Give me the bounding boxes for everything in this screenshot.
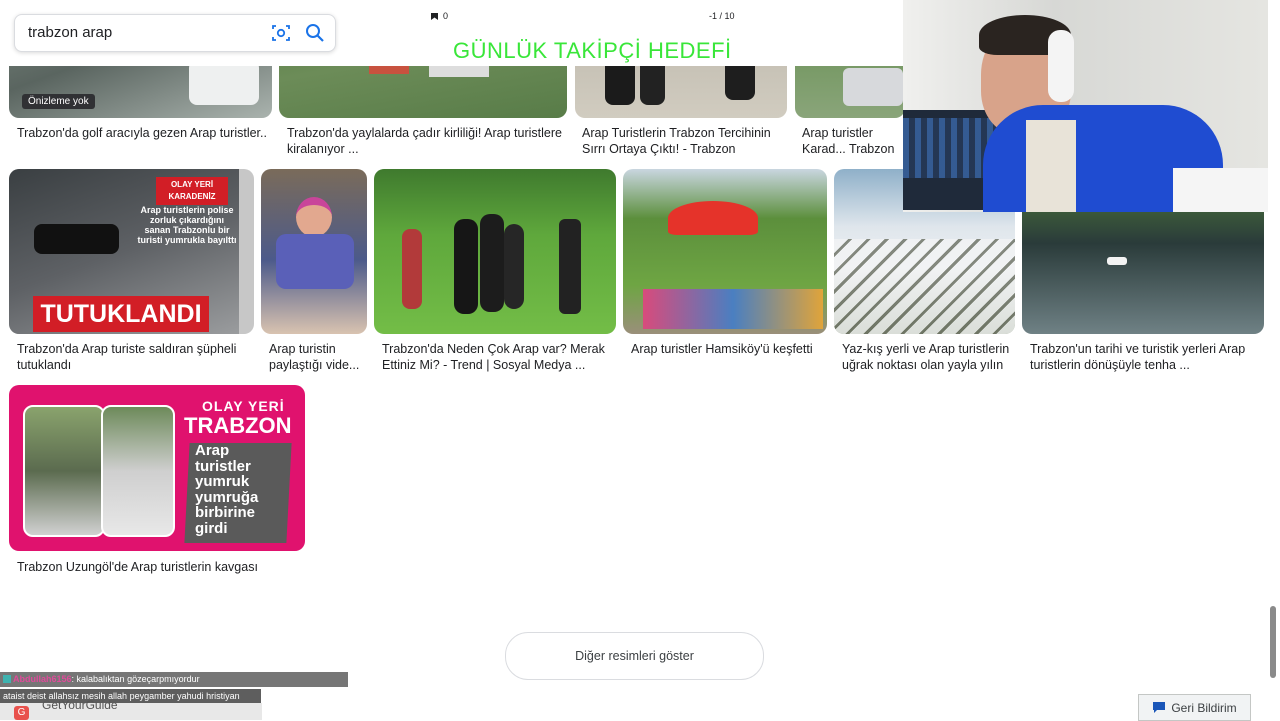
image-result-old-woman[interactable]	[261, 169, 367, 334]
feedback-icon	[1153, 702, 1166, 713]
scrollbar-thumb[interactable]	[1270, 606, 1276, 678]
tutuklandi-banner: TUTUKLANDI	[33, 296, 209, 332]
tile-headline: Arap turistlerin polise zorluk çıkardığı…	[137, 205, 237, 245]
caption-picnic[interactable]: Arap turistler Hamsiköy'ü keşfetti	[631, 341, 827, 373]
image-result-trabzon-fight[interactable]: OLAY YERİ TRABZON Arap turistler yumruk …	[9, 385, 305, 551]
follower-goal-title: GÜNLÜK TAKİPÇİ HEDEFİ	[453, 38, 732, 63]
feedback-button[interactable]: Geri Bildirim	[1138, 694, 1251, 721]
caption-grass-crowd[interactable]: Trabzon'da Neden Çok Arap var? Merak Ett…	[382, 341, 614, 373]
caption-trabzon-fight[interactable]: Trabzon Uzungöl'de Arap turistlerin kavg…	[17, 559, 307, 575]
bottom-ad[interactable]: G GetYourGuide	[0, 698, 262, 720]
headline-line-2: turistler	[195, 457, 251, 475]
caption-golf-cart[interactable]: Trabzon'da golf aracıyla gezen Arap turi…	[17, 125, 267, 141]
caption-women-walking[interactable]: Arap Turistlerin Trabzon Tercihinin Sırr…	[582, 125, 787, 157]
image-result-tutuklandi[interactable]: OLAY YERİ KARADENİZ Arap turistlerin pol…	[9, 169, 254, 334]
tag-karadeniz: KARADENİZ	[168, 192, 216, 201]
webcam-overlay	[903, 0, 1280, 212]
caption-old-woman[interactable]: Arap turistin paylaştığı vide...	[269, 341, 367, 373]
headline-line-3: yumruk	[195, 473, 250, 490]
feedback-label: Geri Bildirim	[1171, 700, 1237, 715]
search-input[interactable]: trabzon arap	[28, 24, 112, 41]
search-box[interactable]: trabzon arap	[14, 14, 336, 52]
show-more-images-button[interactable]: Diğer resimleri göster	[505, 632, 764, 680]
chat-badge-icon	[3, 675, 11, 683]
tag-trabzon: TRABZON	[184, 413, 292, 438]
caption-tutuklandi[interactable]: Trabzon'da Arap turiste saldıran şüpheli…	[17, 341, 252, 373]
headline-line-5: birbirine	[195, 504, 256, 521]
bookmark-icon	[431, 12, 438, 20]
caption-snow-plateau[interactable]: Yaz-kış yerli ve Arap turistlerin uğrak …	[842, 341, 1015, 373]
ad-logo-icon: G	[14, 706, 29, 720]
image-result-grass-crowd[interactable]	[374, 169, 616, 334]
headline-line-6: girdi	[195, 519, 228, 537]
headline-line-1: Arap	[195, 442, 230, 459]
search-icon[interactable]	[305, 23, 325, 43]
caption-tents[interactable]: Trabzon'da yaylalarda çadır kirliliği! A…	[287, 125, 567, 157]
chat-username: Abdullah6156	[13, 674, 72, 684]
follower-widget: 0	[430, 11, 448, 21]
caption-lake[interactable]: Trabzon'un tarihi ve turistik yerleri Ar…	[1030, 341, 1260, 373]
no-preview-badge: Önizleme yok	[22, 94, 95, 109]
goal-counter: -1 / 10	[709, 11, 735, 21]
chat-message-2: ataist deist allahsız mesih allah peygam…	[0, 689, 261, 703]
camera-lens-icon[interactable]	[271, 23, 291, 43]
caption-van[interactable]: Arap turistler Karad... Trabzon ve Rize'…	[802, 125, 905, 157]
chat-text-1: : kalabalıktan gözeçarpmıyordur	[71, 674, 200, 684]
headline-line-4: yumruğa	[195, 488, 259, 506]
chat-message-1: Abdullah6156: kalabalıktan gözeçarpmıyor…	[0, 672, 348, 687]
image-result-picnic-umbrella[interactable]	[623, 169, 827, 334]
ad-label: GetYourGuide	[42, 698, 118, 712]
tag-olay-yeri: OLAY YERİ	[170, 180, 214, 189]
follower-count: 0	[443, 11, 449, 21]
